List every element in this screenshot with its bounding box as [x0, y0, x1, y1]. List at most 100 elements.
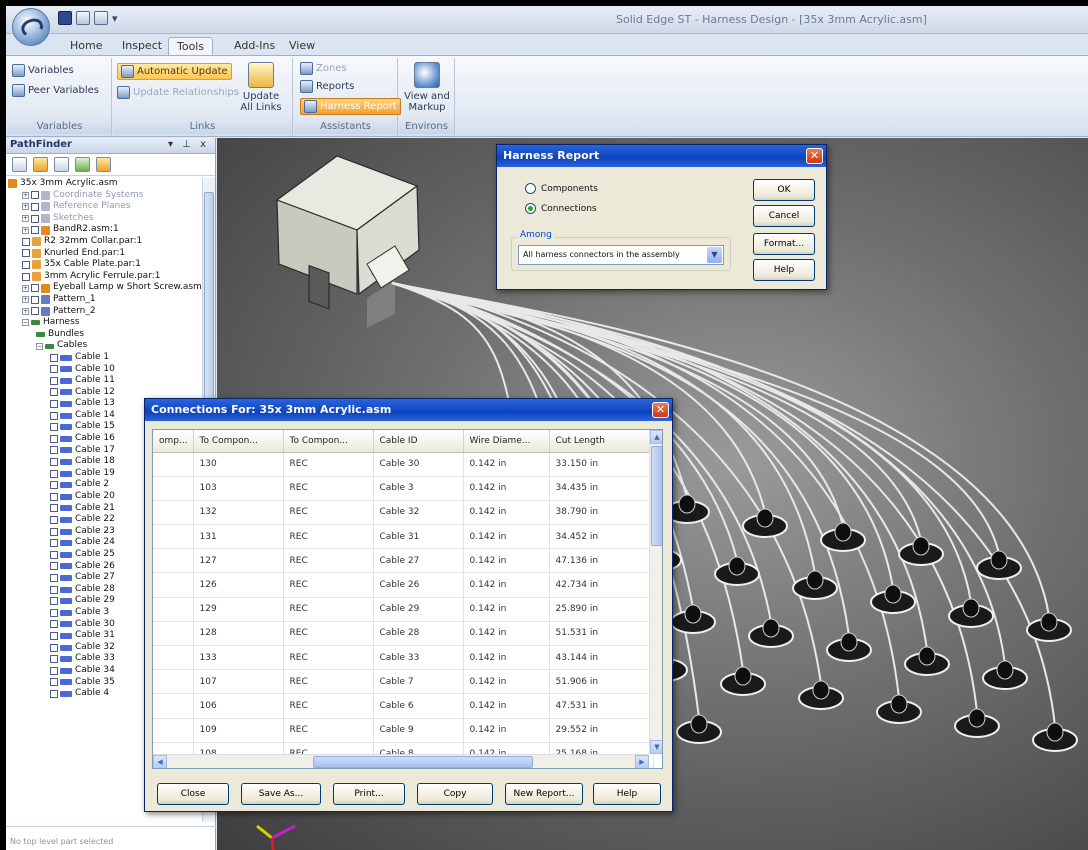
visibility-checkbox[interactable] [50, 539, 58, 548]
visibility-checkbox[interactable] [50, 585, 58, 594]
save-icon[interactable] [58, 11, 72, 25]
tab-inspect[interactable]: Inspect [114, 37, 170, 56]
visibility-checkbox[interactable] [50, 655, 58, 664]
horizontal-scroll-thumb[interactable] [313, 756, 533, 768]
table-row[interactable]: 107 REC Cable 7 0.142 in 51.906 in [153, 669, 654, 695]
close-icon[interactable]: ✕ [806, 148, 823, 164]
table-row[interactable]: 109 REC Cable 9 0.142 in 29.552 in [153, 718, 654, 743]
tree-node[interactable]: Cable 12 [6, 387, 202, 399]
undo-icon[interactable] [76, 11, 90, 25]
close-button[interactable]: Close [157, 783, 229, 805]
visibility-checkbox[interactable] [50, 400, 58, 409]
connections-radio[interactable]: Connections [525, 203, 597, 214]
application-button[interactable] [12, 8, 50, 46]
visibility-checkbox[interactable] [50, 643, 58, 652]
peer-variables-button[interactable]: Peer Variables [12, 84, 99, 97]
visibility-checkbox[interactable] [31, 191, 39, 200]
tree-node[interactable]: Cable 1 [6, 352, 202, 364]
tree-node[interactable]: Knurled End.par:1 [6, 248, 202, 260]
tree-node[interactable]: + BandR2.asm:1 [6, 224, 202, 236]
help-button[interactable]: Help [593, 783, 661, 805]
visibility-checkbox[interactable] [50, 562, 58, 571]
tree-node[interactable]: Cable 11 [6, 375, 202, 387]
expand-icon[interactable]: + [22, 296, 29, 304]
tree-node[interactable]: + Pattern_1 [6, 294, 202, 306]
table-row[interactable]: 131 REC Cable 31 0.142 in 34.452 in [153, 524, 654, 550]
expand-icon[interactable]: + [22, 203, 29, 211]
ok-button[interactable]: OK [753, 179, 815, 201]
table-row[interactable]: 132 REC Cable 32 0.142 in 38.790 in [153, 500, 654, 526]
tree-node[interactable]: + Coordinate Systems [6, 190, 202, 202]
tab-tools[interactable]: Tools [168, 37, 214, 56]
expand-icon[interactable]: + [22, 226, 29, 234]
tree-node[interactable]: R2 32mm Collar.par:1 [6, 236, 202, 248]
harness-report-button[interactable]: Harness Report [300, 98, 401, 115]
visibility-checkbox[interactable] [31, 214, 39, 223]
format-button[interactable]: Format... [753, 233, 815, 255]
tree-node[interactable]: Cable 10 [6, 364, 202, 376]
visibility-checkbox[interactable] [31, 295, 39, 304]
visibility-checkbox[interactable] [22, 260, 30, 269]
table-horizontal-scrollbar[interactable]: ◀ ▶ [153, 754, 649, 768]
expand-icon[interactable]: + [22, 284, 29, 292]
save-as-button[interactable]: Save As... [241, 783, 321, 805]
visibility-checkbox[interactable] [22, 272, 30, 281]
visibility-checkbox[interactable] [50, 492, 58, 501]
display-options-icon[interactable] [54, 157, 69, 172]
table-row[interactable]: 128 REC Cable 28 0.142 in 51.531 in [153, 621, 654, 647]
table-vertical-scrollbar[interactable]: ▲ ▼ [649, 430, 662, 754]
components-radio[interactable]: Components [525, 183, 598, 194]
expand-icon[interactable]: + [22, 191, 29, 199]
table-row[interactable]: 127 REC Cable 27 0.142 in 47.136 in [153, 548, 654, 574]
visibility-checkbox[interactable] [50, 597, 58, 606]
visibility-checkbox[interactable] [50, 573, 58, 582]
column-header[interactable]: Cut Length [549, 430, 654, 453]
filter-icon[interactable] [75, 157, 90, 172]
redo-icon[interactable] [94, 11, 108, 25]
assembly-view-icon[interactable] [33, 157, 48, 172]
copy-button[interactable]: Copy [417, 783, 493, 805]
tree-node[interactable]: 35x 3mm Acrylic.asm [6, 178, 202, 190]
scroll-down-icon[interactable]: ▼ [650, 740, 662, 754]
expand-icon[interactable]: + [22, 307, 29, 315]
visibility-checkbox[interactable] [50, 631, 58, 640]
update-relationships-button[interactable]: Update Relationships [117, 86, 239, 99]
qat-dropdown-icon[interactable]: ▾ [112, 12, 118, 25]
visibility-checkbox[interactable] [50, 388, 58, 397]
tree-node[interactable]: Bundles [6, 329, 202, 341]
visibility-checkbox[interactable] [31, 202, 39, 211]
visibility-checkbox[interactable] [50, 678, 58, 687]
visibility-checkbox[interactable] [50, 481, 58, 490]
variables-button[interactable]: Variables [12, 64, 74, 77]
among-dropdown[interactable]: All harness connectors in the assembly ▼ [518, 245, 724, 265]
tree-node[interactable]: 3mm Acrylic Ferrule.par:1 [6, 271, 202, 283]
components-radio-icon[interactable] [525, 183, 536, 194]
view-and-markup-button[interactable]: View and Markup [401, 62, 453, 113]
table-row[interactable]: 129 REC Cable 29 0.142 in 25.890 in [153, 597, 654, 622]
column-header[interactable]: To Compon... [283, 430, 374, 453]
visibility-checkbox[interactable] [50, 376, 58, 385]
back-icon[interactable] [12, 157, 27, 172]
column-header[interactable]: Wire Diame... [463, 430, 550, 453]
tree-node[interactable]: − Harness [6, 317, 202, 329]
scroll-left-icon[interactable]: ◀ [153, 755, 167, 768]
visibility-checkbox[interactable] [31, 307, 39, 316]
visibility-checkbox[interactable] [50, 516, 58, 525]
vertical-scroll-thumb[interactable] [651, 446, 662, 546]
new-report-button[interactable]: New Report... [505, 783, 583, 805]
visibility-checkbox[interactable] [50, 411, 58, 420]
table-row[interactable]: 106 REC Cable 6 0.142 in 47.531 in [153, 693, 654, 719]
tab-add-ins[interactable]: Add-Ins [226, 37, 283, 56]
visibility-checkbox[interactable] [50, 620, 58, 629]
table-row[interactable]: 126 REC Cable 26 0.142 in 42.734 in [153, 572, 654, 598]
tree-node[interactable]: + Sketches [6, 213, 202, 225]
visibility-checkbox[interactable] [50, 469, 58, 478]
pathfinder-window-controls[interactable]: ▾ ⊥ x [168, 139, 209, 150]
expand-icon[interactable]: + [22, 215, 29, 223]
folder-icon[interactable] [96, 157, 111, 172]
visibility-checkbox[interactable] [50, 608, 58, 617]
visibility-checkbox[interactable] [50, 365, 58, 374]
scroll-right-icon[interactable]: ▶ [635, 755, 649, 768]
visibility-checkbox[interactable] [50, 666, 58, 675]
visibility-checkbox[interactable] [50, 550, 58, 559]
